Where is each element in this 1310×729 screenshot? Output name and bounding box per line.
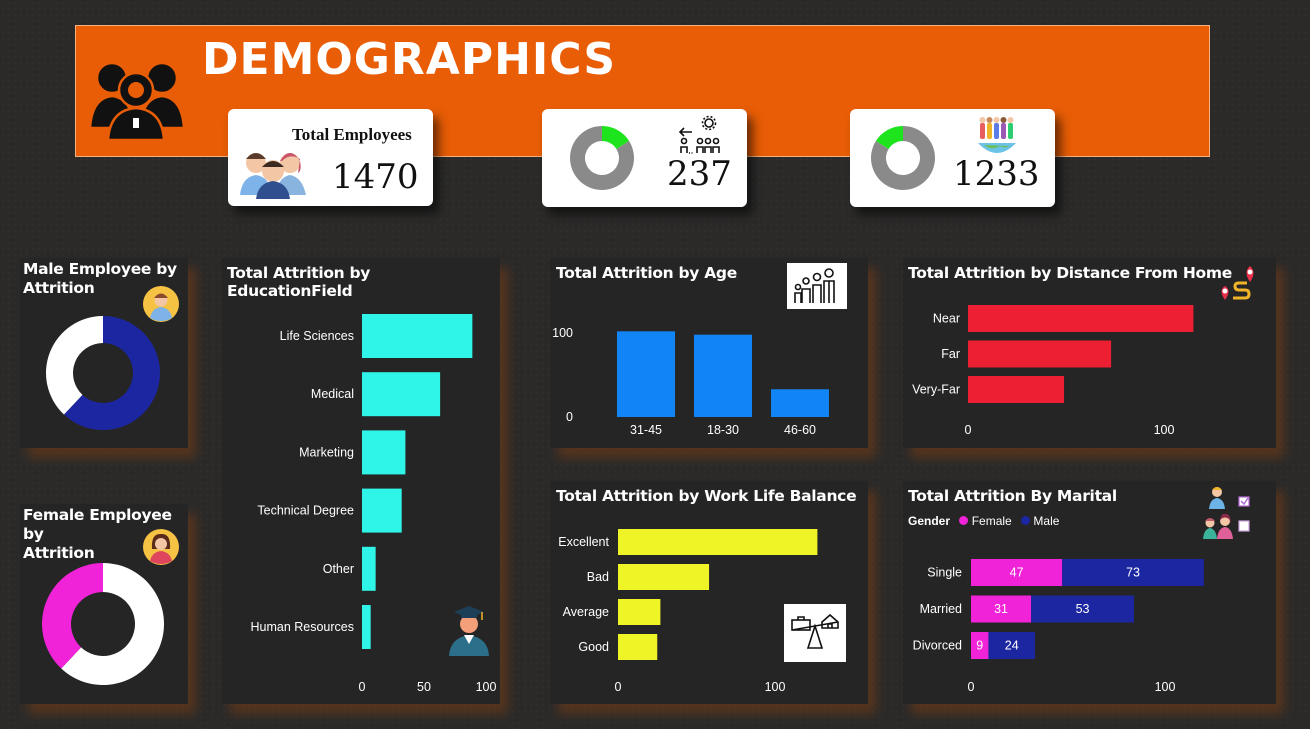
marital-data-label: 9 (976, 639, 983, 653)
age-bar (617, 331, 675, 417)
age-y-tick: 0 (566, 410, 573, 424)
worklife-bar (618, 634, 658, 660)
distance-bar (968, 305, 1194, 332)
worklife-category-label: Excellent (558, 535, 609, 549)
kpi-active-card: 1233 (850, 109, 1055, 207)
age-y-tick: 100 (552, 326, 573, 340)
education-bar (362, 488, 402, 533)
kpi-total-employees-value: 1470 (332, 157, 419, 197)
education-attrition-card: Total Attrition by EducationField Life S… (222, 258, 500, 704)
male-attrition-card: Male Employee by Attrition (20, 258, 188, 448)
marital-category-label: Divorced (913, 639, 962, 653)
distance-x-tick: 0 (965, 423, 972, 437)
distance-bar (968, 340, 1112, 368)
marital-data-label: 31 (994, 602, 1008, 616)
female-donut-chart (42, 563, 164, 685)
distance-category-label: Very-Far (912, 383, 960, 397)
education-bar (362, 430, 406, 475)
age-category-label: 46-60 (784, 423, 816, 437)
age-bar (771, 389, 829, 417)
age-category-label: 31-45 (630, 423, 662, 437)
education-x-tick: 50 (417, 680, 431, 694)
education-category-label: Human Resources (250, 620, 354, 634)
education-bar (362, 314, 473, 358)
kpi-attrition-card: 237 (542, 109, 747, 207)
worklife-category-label: Bad (587, 570, 609, 584)
page-title: DEMOGRAPHICS (202, 34, 617, 85)
worklife-x-tick: 100 (765, 680, 786, 694)
marital-data-label: 24 (1005, 639, 1019, 653)
marital-attrition-card: Total Attrition By Marital Gender Female… (903, 481, 1276, 704)
education-x-tick: 100 (476, 680, 497, 694)
distance-bar-chart: Near Far Very-Far 0 100 (912, 305, 1194, 437)
education-category-label: Other (323, 562, 354, 576)
distance-category-label: Near (933, 312, 960, 326)
worklife-attrition-card: Total Attrition by Work Life Balance Exc… (550, 481, 868, 704)
marital-stacked-bar-chart: 47 73 Single 31 53 Married 9 24 Divorced 0 100 (913, 559, 1204, 694)
marital-data-label: 53 (1076, 602, 1090, 616)
education-bar (362, 605, 371, 649)
education-x-tick: 0 (359, 680, 366, 694)
marital-category-label: Single (927, 566, 962, 580)
female-donut-slice-b (42, 563, 103, 669)
worklife-x-tick: 0 (615, 680, 622, 694)
kpi-total-employees-label: Total Employees (292, 125, 412, 144)
marital-data-label: 47 (1010, 566, 1024, 580)
education-category-label: Medical (311, 387, 354, 401)
age-attrition-card: Total Attrition by Age 31-45 18-30 46-60 0 1… (550, 258, 868, 448)
kpi-attrition-donut (570, 126, 634, 190)
distance-attrition-card: Total Attrition by Distance From Home Ne… (903, 258, 1276, 448)
education-bar (362, 372, 441, 417)
distance-x-tick: 100 (1154, 423, 1175, 437)
male-donut-chart (46, 316, 161, 430)
worklife-bar (618, 564, 710, 590)
education-bar (362, 546, 376, 591)
worklife-category-label: Average (563, 605, 609, 619)
education-category-label: Life Sciences (280, 329, 354, 343)
people-leaving-icon (678, 115, 720, 154)
education-bar-chart: Life Sciences Medical Marketing Technical D… (250, 314, 497, 694)
marital-x-tick: 0 (968, 680, 975, 694)
age-bar-chart: 31-45 18-30 46-60 0 100 (552, 326, 829, 437)
marital-x-tick: 100 (1155, 680, 1176, 694)
worklife-bar (618, 529, 818, 555)
female-attrition-card: Female Employee by Attrition (20, 504, 188, 704)
marital-data-label: 73 (1126, 566, 1140, 580)
kpi-attrition-value: 237 (667, 154, 732, 194)
age-category-label: 18-30 (707, 423, 739, 437)
worklife-bar (618, 599, 661, 625)
kpi-active-value: 1233 (953, 154, 1040, 194)
education-category-label: Technical Degree (257, 504, 354, 518)
worklife-category-label: Good (578, 640, 609, 654)
age-bar (694, 334, 752, 417)
employees-icon (240, 153, 306, 199)
marital-category-label: Married (920, 602, 962, 616)
globe-people-icon (978, 117, 1016, 153)
distance-category-label: Far (941, 347, 960, 361)
kpi-total-employees-card: Total Employees 1470 (228, 109, 433, 206)
distance-bar (968, 376, 1065, 403)
people-group-icon (88, 61, 186, 140)
kpi-active-donut (871, 126, 935, 190)
education-category-label: Marketing (299, 445, 354, 459)
male-donut-slice-b (46, 316, 103, 415)
worklife-bar-chart: Excellent Bad Average Good 0 100 (558, 529, 818, 694)
